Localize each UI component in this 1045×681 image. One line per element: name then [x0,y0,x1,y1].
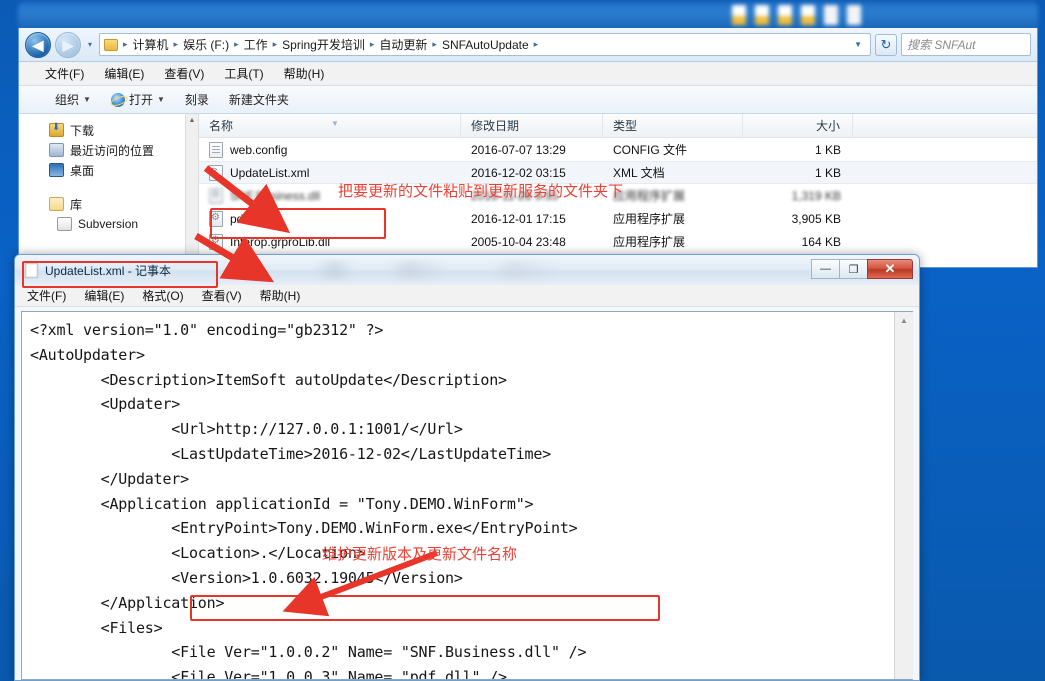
annotation-note-xmlfiles: 维护更新版本及更新文件名称 [322,545,518,563]
arrow-to-pdf-dll [203,165,291,234]
annotation-note-filelist: 把要更新的文件粘贴到更新服务的文件夹下 [338,182,624,200]
annotation-arrows [194,165,439,617]
arrow-to-notepad-title [194,232,275,283]
